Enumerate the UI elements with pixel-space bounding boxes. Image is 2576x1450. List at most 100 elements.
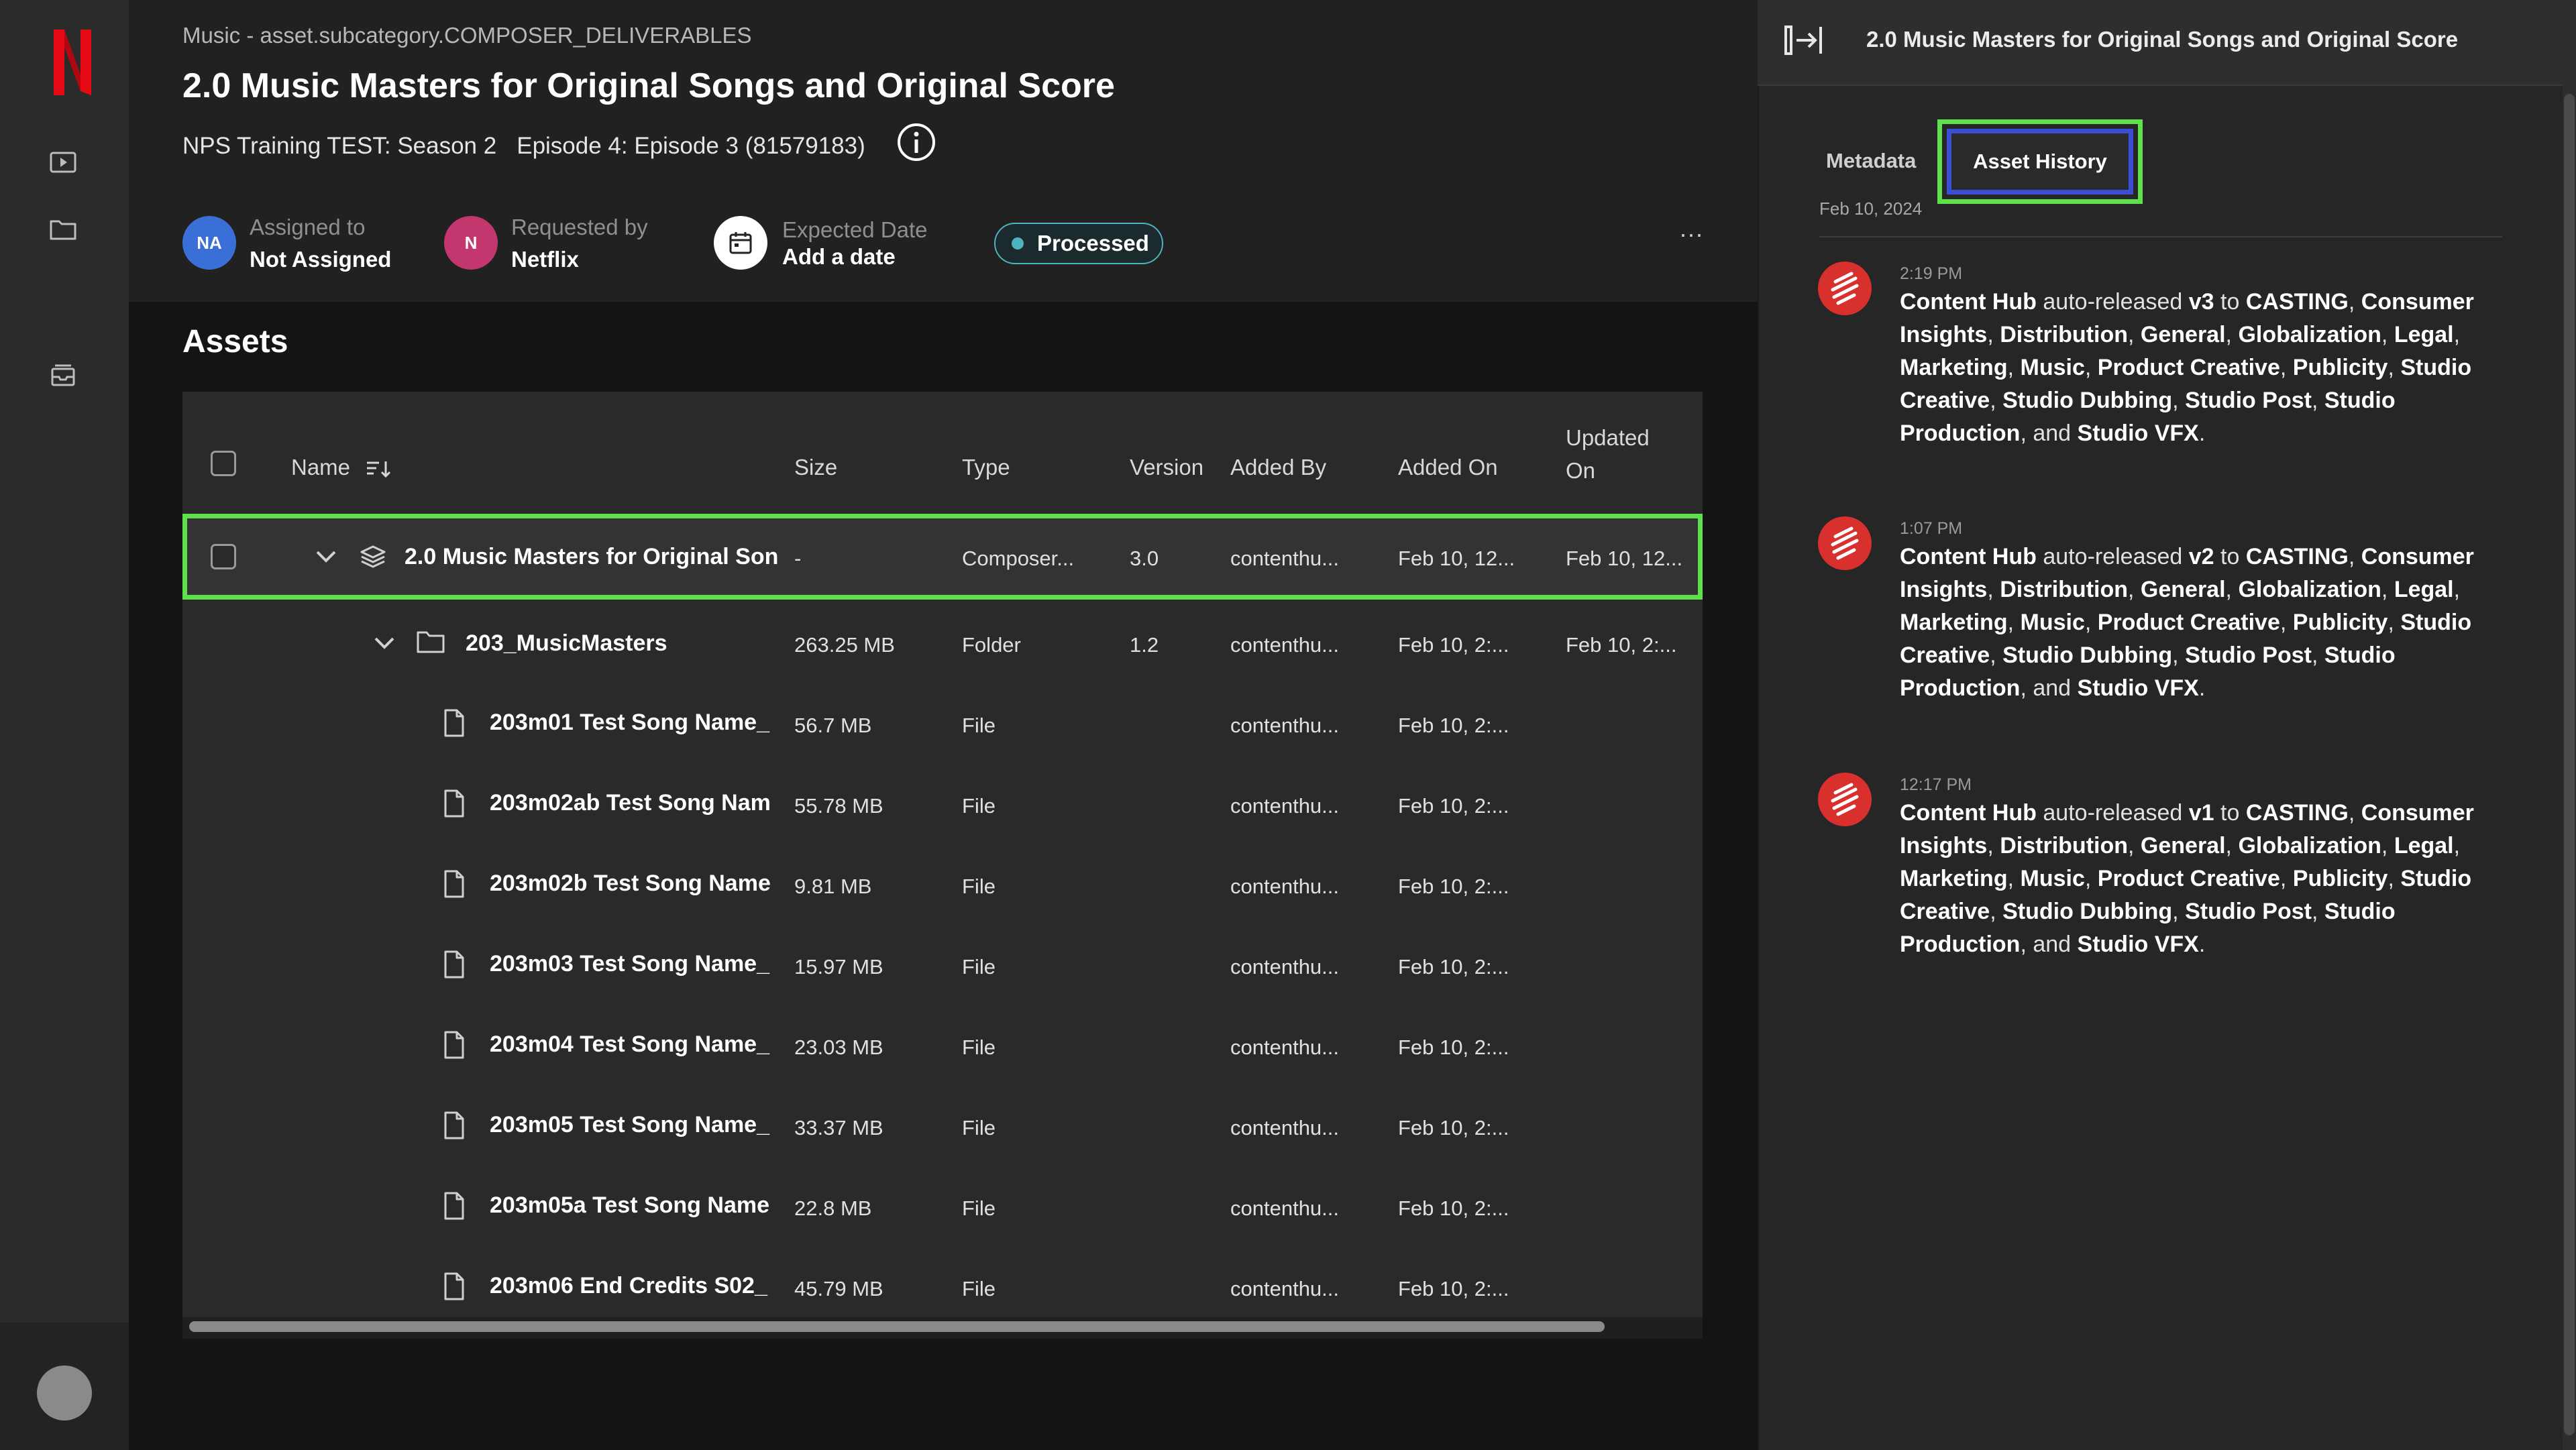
requester-avatar[interactable]: N xyxy=(444,216,498,270)
history-entry-text: Content Hub auto-released v2 to CASTING,… xyxy=(1900,544,2474,701)
row-added-on: Feb 10, 2:... xyxy=(1398,1116,1509,1139)
requested-label: Requested by xyxy=(511,215,648,239)
assigned-value[interactable]: Not Assigned xyxy=(250,247,391,272)
row-added-on: Feb 10, 2:... xyxy=(1398,1036,1509,1059)
history-time: 12:17 PM xyxy=(1900,775,1972,794)
row-size: - xyxy=(794,547,802,570)
tab-metadata[interactable]: Metadata xyxy=(1826,149,1916,173)
row-added-by: contenthu... xyxy=(1230,955,1340,979)
row-added-by: contenthu... xyxy=(1230,1196,1340,1220)
episode-label[interactable]: Episode 4: Episode 3 (81579183) xyxy=(517,133,865,159)
file-icon xyxy=(444,789,464,818)
row-added-on: Feb 10, 2:... xyxy=(1398,794,1509,818)
row-name[interactable]: 203m05 Test Song Name_ xyxy=(490,1112,775,1138)
row-name[interactable]: 203_MusicMasters xyxy=(466,630,774,657)
row-size: 23.03 MB xyxy=(794,1036,883,1059)
row-size: 33.37 MB xyxy=(794,1116,883,1139)
file-icon xyxy=(444,709,464,737)
row-added-on: Feb 10, 2:... xyxy=(1398,955,1509,979)
horizontal-scrollbar-thumb[interactable] xyxy=(189,1321,1605,1332)
status-label: Processed xyxy=(1037,231,1149,256)
table-row[interactable]: 203m01 Test Song Name_ 56.7 MB File cont… xyxy=(182,685,1703,766)
table-row[interactable]: 203m02b Test Song Name 9.81 MB File cont… xyxy=(182,846,1703,927)
file-icon xyxy=(444,1111,464,1139)
history-date: Feb 10, 2024 xyxy=(1819,199,1923,219)
column-header-updated-on[interactable]: Updated On xyxy=(1566,421,1650,487)
column-header-added-on[interactable]: Added On xyxy=(1398,455,1498,480)
row-added-by: contenthu... xyxy=(1230,633,1340,657)
panel-title: 2.0 Music Masters for Original Songs and… xyxy=(1866,27,2459,52)
table-row[interactable]: 203m05 Test Song Name_ 33.37 MB File con… xyxy=(182,1088,1703,1168)
table-row[interactable]: 203m02ab Test Song Nam 55.78 MB File con… xyxy=(182,766,1703,846)
divider xyxy=(1819,236,2502,237)
row-size: 9.81 MB xyxy=(794,875,872,898)
calendar-icon[interactable] xyxy=(714,216,767,270)
row-name[interactable]: 203m01 Test Song Name_ xyxy=(490,710,775,736)
breadcrumb[interactable]: Music - asset.subcategory.COMPOSER_DELIV… xyxy=(182,23,752,48)
chevron-down-icon[interactable] xyxy=(373,636,396,651)
play-icon[interactable] xyxy=(48,149,78,176)
table-row-selected[interactable]: 2.0 Music Masters for Original Son - Com… xyxy=(182,514,1703,600)
user-avatar[interactable] xyxy=(37,1365,92,1420)
row-type: Composer... xyxy=(962,547,1075,570)
row-name[interactable]: 203m02b Test Song Name xyxy=(490,871,775,897)
sort-icon[interactable] xyxy=(366,457,392,480)
column-header-type[interactable]: Type xyxy=(962,455,1010,480)
row-name[interactable]: 2.0 Music Masters for Original Son xyxy=(405,544,782,570)
row-name[interactable]: 203m02ab Test Song Nam xyxy=(490,790,775,816)
row-size: 15.97 MB xyxy=(794,955,883,979)
row-type: File xyxy=(962,1277,996,1300)
row-name[interactable]: 203m06 End Credits S02_ xyxy=(490,1273,775,1299)
column-header-name[interactable]: Name xyxy=(291,455,392,480)
folder-icon[interactable] xyxy=(48,216,78,243)
row-type: File xyxy=(962,794,996,818)
collapse-panel-icon[interactable] xyxy=(1782,23,1826,58)
inbox-icon[interactable] xyxy=(48,362,78,389)
season-label[interactable]: NPS Training TEST: Season 2 xyxy=(182,133,496,159)
row-type: File xyxy=(962,955,996,979)
status-dot xyxy=(1012,237,1024,249)
row-added-by: contenthu... xyxy=(1230,714,1340,737)
requested-value[interactable]: Netflix xyxy=(511,247,579,272)
file-icon xyxy=(444,1272,464,1300)
row-name[interactable]: 203m05a Test Song Name xyxy=(490,1192,775,1219)
table-row[interactable]: 203m03 Test Song Name_ 15.97 MB File con… xyxy=(182,927,1703,1007)
row-added-by: contenthu... xyxy=(1230,1116,1340,1139)
column-header-size[interactable]: Size xyxy=(794,455,837,480)
status-badge[interactable]: Processed xyxy=(994,223,1163,264)
row-size: 45.79 MB xyxy=(794,1277,883,1300)
table-row[interactable]: 203_MusicMasters 263.25 MB Folder 1.2 co… xyxy=(182,605,1703,685)
assets-table: Name Size Type Version Added By Added On… xyxy=(182,392,1703,1339)
netflix-logo[interactable]: N xyxy=(50,27,95,98)
page-title: 2.0 Music Masters for Original Songs and… xyxy=(182,66,1115,105)
column-header-added-by[interactable]: Added By xyxy=(1230,455,1326,480)
row-added-by: contenthu... xyxy=(1230,794,1340,818)
row-added-on: Feb 10, 2:... xyxy=(1398,633,1509,657)
info-icon[interactable] xyxy=(896,122,936,162)
file-icon xyxy=(444,950,464,979)
assignee-avatar[interactable]: NA xyxy=(182,216,236,270)
panel-scrollbar-thumb[interactable] xyxy=(2564,94,2575,1435)
table-row[interactable]: 203m05a Test Song Name 22.8 MB File cont… xyxy=(182,1168,1703,1249)
row-name[interactable]: 203m04 Test Song Name_ xyxy=(490,1031,775,1058)
row-added-on: Feb 10, 2:... xyxy=(1398,1277,1509,1300)
table-row[interactable]: 203m04 Test Song Name_ 23.03 MB File con… xyxy=(182,1007,1703,1088)
row-type: File xyxy=(962,1196,996,1220)
tab-asset-history[interactable]: Asset History xyxy=(1947,129,2133,194)
row-added-on: Feb 10, 12... xyxy=(1398,547,1515,570)
select-all-checkbox[interactable] xyxy=(211,451,236,476)
row-version: 1.2 xyxy=(1130,633,1159,657)
row-type: Folder xyxy=(962,633,1021,657)
chevron-down-icon[interactable] xyxy=(315,549,337,564)
row-added-by: contenthu... xyxy=(1230,1277,1340,1300)
row-updated-on: Feb 10, 2:... xyxy=(1566,633,1677,657)
row-size: 55.78 MB xyxy=(794,794,883,818)
row-added-on: Feb 10, 2:... xyxy=(1398,714,1509,737)
expected-date-value[interactable]: Add a date xyxy=(782,244,896,270)
row-type: File xyxy=(962,1036,996,1059)
more-options-button[interactable]: ··· xyxy=(1674,222,1708,252)
column-header-version[interactable]: Version xyxy=(1130,455,1203,480)
row-checkbox[interactable] xyxy=(211,544,236,569)
row-name[interactable]: 203m03 Test Song Name_ xyxy=(490,951,775,977)
row-size: 56.7 MB xyxy=(794,714,872,737)
